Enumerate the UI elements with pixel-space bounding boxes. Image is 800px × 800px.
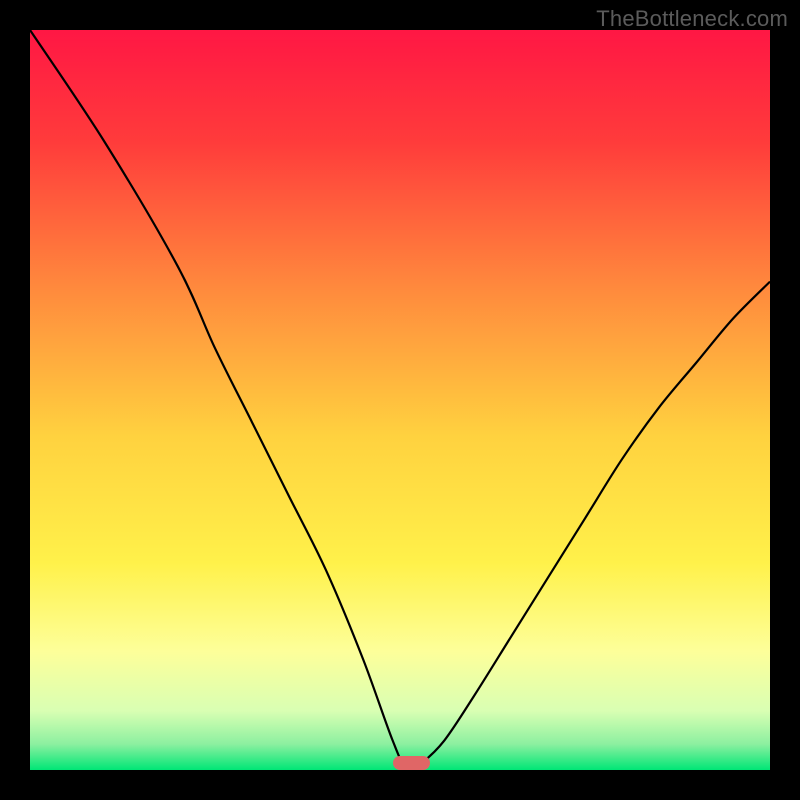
plot-area bbox=[30, 30, 770, 770]
bottleneck-curve bbox=[30, 30, 770, 770]
chart-frame: TheBottleneck.com bbox=[0, 0, 800, 800]
curve-layer bbox=[30, 30, 770, 770]
watermark-text: TheBottleneck.com bbox=[596, 6, 788, 32]
optimal-marker bbox=[393, 756, 430, 770]
